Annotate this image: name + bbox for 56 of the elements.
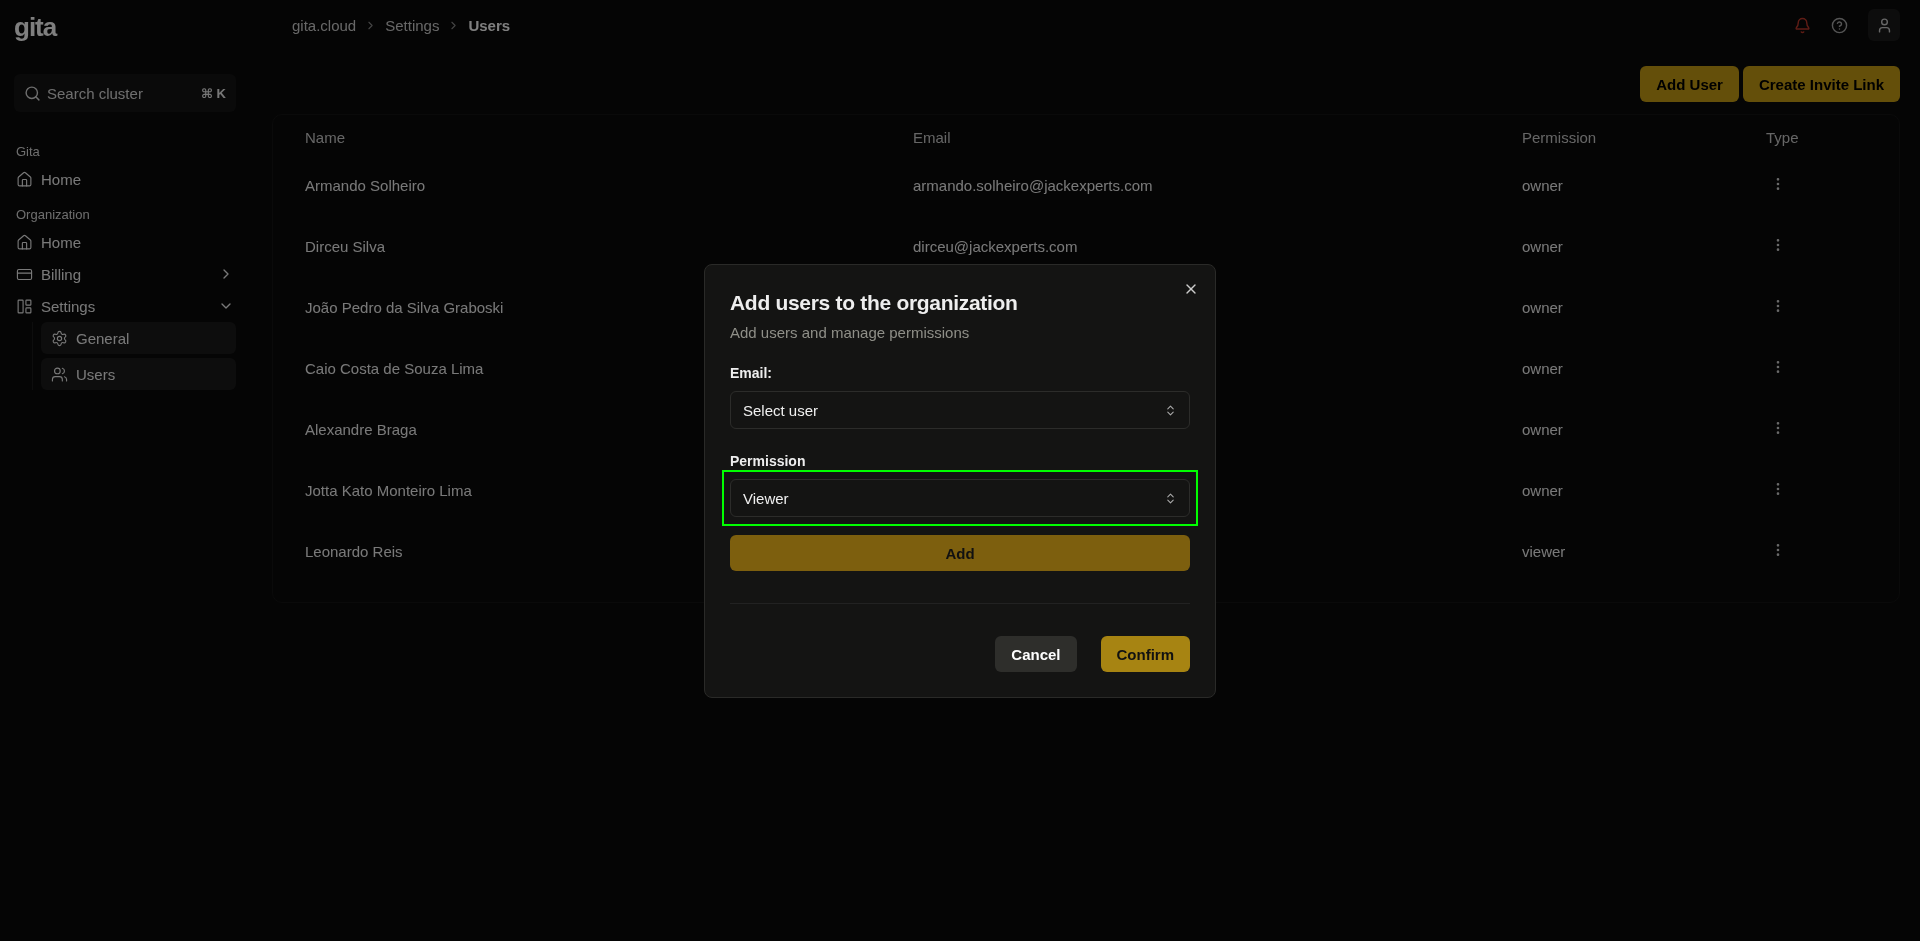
up-down-icon (1164, 403, 1177, 417)
search-field[interactable]: Search cluster ⌘ K (14, 74, 236, 112)
search-placeholder: Search cluster (47, 84, 143, 102)
table-cell: Caio Costa de Souza Lima (305, 360, 484, 377)
table-cell: Leonardo Reis (305, 543, 403, 560)
shortcut-hint: ⌘ K (200, 85, 226, 101)
breadcrumb-link[interactable]: Users (468, 16, 511, 34)
table-cell: owner (1522, 360, 1563, 377)
table-cell: owner (1522, 299, 1563, 316)
home-icon (16, 170, 33, 188)
table-cell: armando.solheiro@jackexperts.com (913, 177, 1153, 194)
table-cell: owner (1522, 421, 1563, 438)
sidebar-item[interactable]: Settings (14, 290, 236, 322)
table-cell: owner (1522, 482, 1563, 499)
table-cell: João Pedro da Silva Graboski (305, 299, 504, 316)
add-button[interactable]: Add (730, 535, 1190, 571)
primary-button[interactable]: Confirm (1100, 636, 1190, 672)
breadcrumb-link[interactable]: Settings (385, 16, 440, 34)
logo: gita (14, 12, 57, 44)
search-icon (24, 84, 41, 102)
table-cell: Alexandre Braga (305, 421, 417, 438)
table-cell: Dirceu Silva (305, 238, 386, 255)
sidebar-item[interactable]: Home (14, 163, 236, 195)
action-button[interactable]: Add User (1640, 66, 1739, 102)
dialog-title: Add users to the organization (730, 291, 1019, 315)
sidebar-subitem[interactable]: General (41, 322, 236, 354)
breadcrumb-link[interactable]: gita.cloud (292, 16, 357, 34)
column-header: Permission (1522, 128, 1597, 146)
secondary-button[interactable]: Cancel (995, 636, 1077, 672)
sidebar-item[interactable]: Billing (14, 258, 236, 290)
panel-icon (16, 297, 33, 315)
sidebar-subitem[interactable]: Users (41, 358, 236, 390)
field-label: Permission (730, 453, 806, 469)
sidebar-group-label: Gita (15, 143, 41, 161)
table-cell: Jotta Kato Monteiro Lima (305, 482, 472, 499)
action-button[interactable]: Create Invite Link (1742, 66, 1900, 102)
help-icon[interactable] (1831, 16, 1848, 34)
column-header: Name (305, 128, 345, 146)
home-icon (16, 233, 33, 251)
table-cell: dirceu@jackexperts.com (913, 238, 1078, 255)
up-down-icon (1164, 491, 1177, 505)
column-header: Type (1766, 128, 1799, 146)
settings-icon (51, 329, 68, 347)
select-field[interactable]: Viewer (730, 479, 1190, 517)
table-cell: owner (1522, 238, 1563, 255)
table-cell: Armando Solheiro (305, 177, 426, 194)
column-header: Email (913, 128, 951, 146)
table-cell: viewer (1522, 543, 1566, 560)
select-field[interactable]: Select user (730, 391, 1190, 429)
sidebar-group-label: Organization (15, 206, 91, 224)
table-cell: owner (1522, 177, 1563, 194)
field-label: Email: (730, 365, 772, 381)
users-icon (51, 365, 68, 383)
dialog-subtitle: Add users and manage permissions (730, 324, 971, 341)
avatar-button[interactable] (1868, 9, 1900, 41)
sidebar-item[interactable]: Home (14, 226, 236, 258)
